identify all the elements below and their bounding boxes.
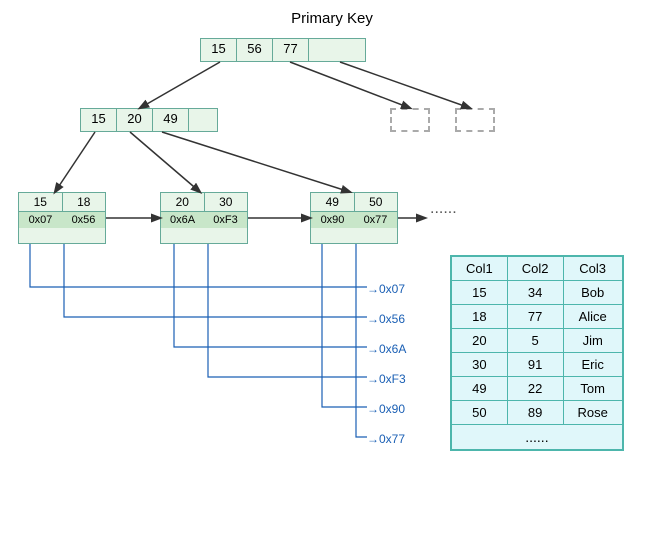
leaf2-key0: 49 [311, 193, 355, 212]
leaf1-ptr0: 0x6A [161, 212, 204, 228]
dots-middle: ...... [430, 200, 457, 218]
table-cell-3-1: 91 [507, 353, 563, 377]
table-cell-0-1: 34 [507, 281, 563, 305]
table-row: 3091Eric [451, 353, 623, 377]
addr-0x6A: →0x6A [367, 342, 406, 356]
leaf2-key1: 50 [355, 193, 398, 212]
table-cell-3-2: Eric [563, 353, 623, 377]
col-header-1: Col2 [507, 256, 563, 281]
table-cell-0-2: Bob [563, 281, 623, 305]
leaf-node-0: 15 18 0x07 0x56 [18, 192, 106, 244]
leaf1-key0: 20 [161, 193, 205, 212]
addr-0x56: →0x56 [367, 312, 405, 326]
addr-0x07: →0x07 [367, 282, 405, 296]
leaf-node-2: 49 50 0x90 0x77 [310, 192, 398, 244]
dashed-node-1 [390, 108, 430, 132]
internal-node: 15 20 49 [80, 108, 218, 132]
leaf1-ptr1: 0xF3 [204, 212, 247, 228]
table-footer: ...... [451, 425, 623, 451]
root-cell-0: 15 [201, 39, 237, 61]
table-row: 205Jim [451, 329, 623, 353]
root-empty-1 [309, 39, 337, 61]
table-cell-2-2: Jim [563, 329, 623, 353]
leaf0-ptr0: 0x07 [19, 212, 62, 228]
root-cell-2: 77 [273, 39, 309, 61]
table-cell-4-0: 49 [451, 377, 507, 401]
table-cell-1-1: 77 [507, 305, 563, 329]
leaf0-key0: 15 [19, 193, 63, 212]
leaf1-key1: 30 [205, 193, 248, 212]
table-cell-2-0: 20 [451, 329, 507, 353]
leaf0-key1: 18 [63, 193, 106, 212]
addr-0xF3: →0xF3 [367, 372, 406, 386]
table-cell-5-1: 89 [507, 401, 563, 425]
dashed-node-2 [455, 108, 495, 132]
table-row: 5089Rose [451, 401, 623, 425]
root-empty-2 [337, 39, 365, 61]
data-table: Col1 Col2 Col3 1534Bob1877Alice205Jim309… [450, 255, 624, 451]
addr-0x77: →0x77 [367, 432, 405, 446]
table-row: 4922Tom [451, 377, 623, 401]
root-cell-1: 56 [237, 39, 273, 61]
leaf2-ptr0: 0x90 [311, 212, 354, 228]
table-cell-5-0: 50 [451, 401, 507, 425]
internal-cell-0: 15 [81, 109, 117, 131]
table-cell-4-2: Tom [563, 377, 623, 401]
leaf2-ptr1: 0x77 [354, 212, 397, 228]
table-cell-3-0: 30 [451, 353, 507, 377]
leaf-node-1: 20 30 0x6A 0xF3 [160, 192, 248, 244]
addr-0x90: →0x90 [367, 402, 405, 416]
table-cell-0-0: 15 [451, 281, 507, 305]
col-header-2: Col3 [563, 256, 623, 281]
table-cell-5-2: Rose [563, 401, 623, 425]
table-cell-1-2: Alice [563, 305, 623, 329]
table-cell-4-1: 22 [507, 377, 563, 401]
col-header-0: Col1 [451, 256, 507, 281]
main-container: Primary Key 15 56 77 15 20 49 15 18 0x07… [0, 0, 664, 534]
root-node: 15 56 77 [200, 38, 366, 62]
internal-cell-2: 49 [153, 109, 189, 131]
table-cell-1-0: 18 [451, 305, 507, 329]
table-cell-2-1: 5 [507, 329, 563, 353]
page-title: Primary Key [0, 10, 664, 27]
internal-cell-1: 20 [117, 109, 153, 131]
leaf0-ptr1: 0x56 [62, 212, 105, 228]
table-row: 1877Alice [451, 305, 623, 329]
internal-empty [189, 109, 217, 131]
table-row: 1534Bob [451, 281, 623, 305]
